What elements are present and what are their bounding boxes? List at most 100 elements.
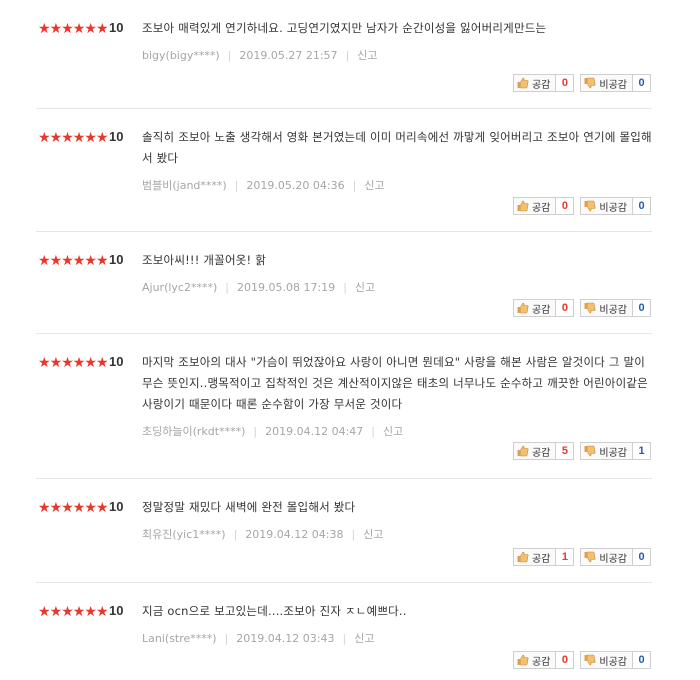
thumbs-down-icon bbox=[584, 445, 596, 457]
star-icon: ★ bbox=[95, 355, 109, 371]
divider: | bbox=[224, 631, 229, 645]
review-item: ★ ★ ★ ★ ★ ★ 10 조보아 매력있게 연기하네요. 고딩연기였지만 남자가 순간… bbox=[36, 0, 652, 109]
agree-button[interactable]: 공감 bbox=[512, 442, 557, 460]
star-icon: ★ bbox=[38, 355, 51, 371]
review-item: ★ ★ ★ ★ ★ ★ 10 마지막 조보아의 대사 "가슴이 뛰었잖아요 사랑이 아니면… bbox=[36, 334, 652, 479]
star-icon: ★ bbox=[84, 355, 97, 371]
review-body: 정말정말 재밌다 새벽에 완전 몰입해서 봤다 최유진(yic1****) | … bbox=[142, 497, 652, 542]
star-rating: ★ ★ ★ ★ ★ ★ bbox=[38, 253, 109, 269]
review-meta: Lani(stre****) | 2019.04.12 03:43 | 신고 bbox=[142, 630, 652, 646]
star-icon: ★ bbox=[84, 253, 97, 269]
report-link[interactable]: 신고 bbox=[364, 177, 384, 193]
review-date: 2019.04.12 03:43 bbox=[236, 631, 335, 645]
disagree-label: 비공감 bbox=[599, 79, 627, 91]
vote-area: 공감 0 비공감 0 bbox=[512, 197, 651, 215]
vote-area: 공감 0 비공감 0 bbox=[512, 651, 651, 669]
divider: | bbox=[227, 48, 232, 62]
star-icon: ★ bbox=[49, 21, 63, 37]
review-text: 솔직히 조보아 노출 생각해서 영화 본거였는데 이미 머리속에선 까맣게 잊어… bbox=[142, 130, 652, 165]
disagree-count: 0 bbox=[633, 299, 651, 317]
star-icon: ★ bbox=[72, 253, 86, 269]
star-rating: ★ ★ ★ ★ ★ ★ bbox=[38, 604, 109, 620]
disagree-label: 비공감 bbox=[599, 202, 627, 214]
star-icon: ★ bbox=[38, 500, 51, 516]
disagree-label: 비공감 bbox=[599, 447, 627, 459]
agree-label: 공감 bbox=[531, 447, 551, 459]
review-list: ★ ★ ★ ★ ★ ★ 10 조보아 매력있게 연기하네요. 고딩연기였지만 남자가 순간… bbox=[0, 0, 700, 678]
disagree-button[interactable]: 비공감 bbox=[580, 651, 633, 669]
review-text: 조보아씨!!! 개꼴어옷! 핡 bbox=[142, 253, 266, 267]
thumbs-down-icon bbox=[584, 200, 596, 212]
star-icon: ★ bbox=[95, 21, 109, 37]
review-meta: 최유진(yic1****) | 2019.04.12 04:38 | 신고 bbox=[142, 526, 652, 542]
review-text: 마지막 조보아의 대사 "가슴이 뛰었잖아요 사랑이 아니면 뭔데요" 사랑을 … bbox=[142, 355, 648, 411]
review-item: ★ ★ ★ ★ ★ ★ 10 솔직히 조보아 노출 생각해서 영화 본거였는데 이미 머리… bbox=[36, 109, 652, 232]
agree-count: 0 bbox=[556, 74, 575, 92]
review-body: 마지막 조보아의 대사 "가슴이 뛰었잖아요 사랑이 아니면 뭔데요" 사랑을 … bbox=[142, 352, 652, 439]
star-icon: ★ bbox=[72, 130, 86, 146]
star-icon: ★ bbox=[38, 604, 51, 620]
report-link[interactable]: 신고 bbox=[357, 47, 377, 63]
review-date: 2019.04.12 04:47 bbox=[265, 424, 364, 438]
review-score: 10 bbox=[109, 252, 124, 267]
review-item: ★ ★ ★ ★ ★ ★ 10 지금 ocn으로 보고있는데....조보아 진자 ㅈㄴ예쁘다… bbox=[36, 583, 652, 678]
review-text: 조보아 매력있게 연기하네요. 고딩연기였지만 남자가 순간이성을 잃어버리게만… bbox=[142, 21, 547, 35]
disagree-button[interactable]: 비공감 bbox=[580, 197, 633, 215]
star-icon: ★ bbox=[38, 253, 51, 269]
star-icon: ★ bbox=[84, 500, 97, 516]
disagree-button[interactable]: 비공감 bbox=[580, 299, 633, 317]
divider: | bbox=[253, 424, 258, 438]
disagree-count: 0 bbox=[633, 548, 651, 566]
star-rating: ★ ★ ★ ★ ★ ★ bbox=[38, 355, 109, 371]
review-user[interactable]: bigy(bigy****) bbox=[142, 49, 220, 62]
disagree-button[interactable]: 비공감 bbox=[580, 442, 633, 460]
disagree-count: 0 bbox=[633, 74, 651, 92]
star-icon: ★ bbox=[72, 21, 86, 37]
thumbs-up-icon bbox=[517, 200, 529, 212]
review-user[interactable]: Lani(stre****) bbox=[142, 632, 217, 645]
report-link[interactable]: 신고 bbox=[355, 279, 375, 295]
thumbs-up-icon bbox=[517, 445, 529, 457]
divider: | bbox=[345, 48, 350, 62]
agree-button[interactable]: 공감 bbox=[512, 74, 557, 92]
disagree-button[interactable]: 비공감 bbox=[580, 548, 633, 566]
review-date: 2019.05.20 04:36 bbox=[246, 178, 345, 192]
divider: | bbox=[234, 178, 239, 192]
star-icon: ★ bbox=[72, 355, 86, 371]
review-user[interactable]: 초딩하늘이(rkdt****) bbox=[142, 423, 245, 439]
divider: | bbox=[351, 527, 356, 541]
report-link[interactable]: 신고 bbox=[363, 526, 383, 542]
agree-count: 1 bbox=[556, 548, 575, 566]
divider: | bbox=[352, 178, 357, 192]
review-meta: 초딩하늘이(rkdt****) | 2019.04.12 04:47 | 신고 bbox=[142, 423, 652, 439]
review-text: 지금 ocn으로 보고있는데....조보아 진자 ㅈㄴ예쁘다.. bbox=[142, 604, 407, 618]
review-user[interactable]: 최유진(yic1****) bbox=[142, 526, 226, 542]
agree-button[interactable]: 공감 bbox=[512, 651, 557, 669]
divider: | bbox=[233, 527, 238, 541]
review-date: 2019.05.08 17:19 bbox=[237, 280, 336, 294]
review-meta: 범블비(jand****) | 2019.05.20 04:36 | 신고 bbox=[142, 177, 652, 193]
review-body: 조보아 매력있게 연기하네요. 고딩연기였지만 남자가 순간이성을 잃어버리게만… bbox=[142, 18, 652, 63]
star-icon: ★ bbox=[95, 604, 109, 620]
vote-area: 공감 5 비공감 1 bbox=[512, 442, 651, 460]
review-text: 정말정말 재밌다 새벽에 완전 몰입해서 봤다 bbox=[142, 500, 356, 514]
star-rating: ★ ★ ★ ★ ★ ★ bbox=[38, 21, 109, 37]
agree-button[interactable]: 공감 bbox=[512, 197, 557, 215]
report-link[interactable]: 신고 bbox=[354, 630, 374, 646]
star-icon: ★ bbox=[84, 604, 97, 620]
disagree-button[interactable]: 비공감 bbox=[580, 74, 633, 92]
report-link[interactable]: 신고 bbox=[383, 423, 403, 439]
divider: | bbox=[225, 280, 229, 294]
review-user[interactable]: Ajur(lyc2****) bbox=[142, 281, 217, 294]
star-icon: ★ bbox=[61, 130, 74, 146]
agree-button[interactable]: 공감 bbox=[512, 548, 557, 566]
vote-area: 공감 0 비공감 0 bbox=[512, 299, 651, 317]
star-icon: ★ bbox=[49, 500, 63, 516]
thumbs-up-icon bbox=[517, 551, 529, 563]
review-user[interactable]: 범블비(jand****) bbox=[142, 177, 227, 193]
disagree-count: 0 bbox=[633, 651, 651, 669]
star-rating: ★ ★ ★ ★ ★ ★ bbox=[38, 130, 109, 146]
disagree-label: 비공감 bbox=[599, 304, 627, 316]
agree-button[interactable]: 공감 bbox=[512, 299, 557, 317]
agree-label: 공감 bbox=[531, 202, 551, 214]
